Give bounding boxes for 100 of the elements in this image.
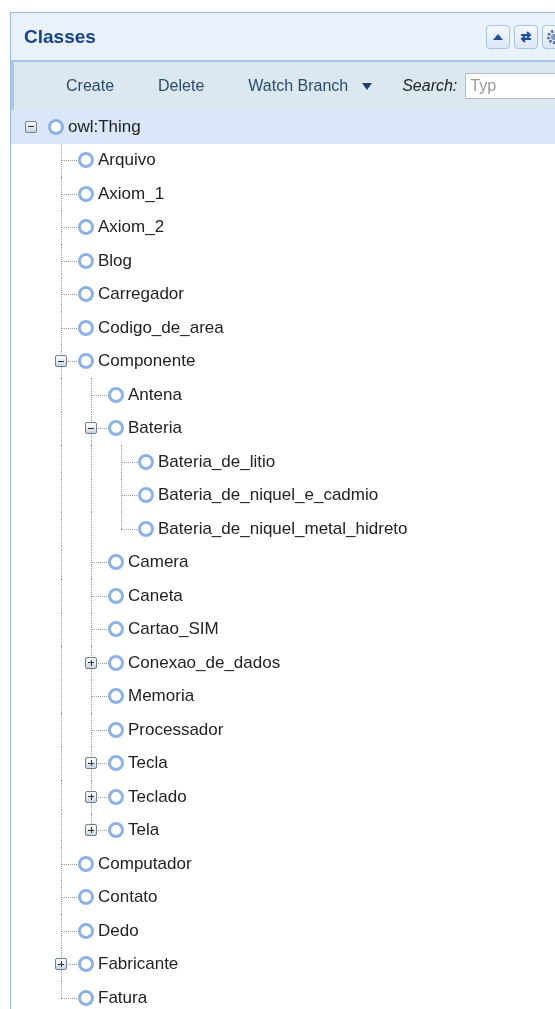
class-label: Fatura [98, 987, 148, 1008]
class-icon [78, 319, 94, 336]
class-icon [108, 420, 124, 437]
expand-toggle[interactable] [85, 656, 97, 669]
class-label: Axiom_2 [98, 217, 165, 238]
tree-row[interactable]: Caneta [11, 579, 555, 613]
class-label: Tecla [128, 753, 168, 774]
tree-row[interactable]: Bateria_de_niquel_metal_hidreto [11, 512, 555, 546]
toolbar-button[interactable]: Create [66, 77, 115, 95]
class-label: Camera [128, 552, 189, 573]
tree-row[interactable]: Bateria_de_niquel_e_cadmio [11, 478, 555, 512]
expand-toggle[interactable] [85, 790, 97, 803]
tree-row[interactable]: Blog [11, 244, 555, 278]
class-icon [108, 721, 124, 738]
swap-arrows-icon [519, 29, 533, 44]
collapse-toggle[interactable] [85, 422, 97, 435]
class-icon [78, 889, 94, 906]
class-label: Carregador [98, 284, 184, 305]
tree-row[interactable]: Tela [11, 813, 555, 847]
class-icon [108, 788, 124, 805]
class-icon [78, 989, 94, 1006]
search-label: Search: [402, 77, 458, 95]
tree-row[interactable]: Arquivo [11, 143, 555, 177]
class-icon [78, 956, 94, 973]
class-icon [108, 755, 124, 772]
tree-row[interactable]: Bateria [11, 411, 555, 445]
expand-toggle[interactable] [55, 958, 67, 971]
class-icon [78, 855, 94, 872]
class-icon [108, 386, 124, 403]
class-icon [78, 252, 94, 269]
class-icon [108, 822, 124, 839]
tree-row[interactable]: Memoria [11, 679, 555, 713]
tree-row[interactable]: Axiom_1 [11, 177, 555, 211]
tree-row[interactable]: Fabricante [11, 947, 555, 981]
tree-row[interactable]: Carregador [11, 277, 555, 311]
class-icon [78, 185, 94, 202]
class-label: owl:Thing [68, 116, 141, 137]
class-icon [48, 118, 64, 135]
collapse-button[interactable] [486, 24, 510, 49]
class-icon [138, 487, 154, 504]
class-label: Conexao_de_dados [128, 652, 281, 673]
class-label: Componente [98, 351, 196, 372]
expand-toggle[interactable] [85, 757, 97, 770]
class-label: Memoria [128, 686, 195, 707]
tree-row[interactable]: Tecla [11, 746, 555, 780]
tree-row[interactable]: Componente [11, 344, 555, 378]
panel-title: Classes [24, 25, 97, 48]
class-label: Cartao_SIM [128, 619, 219, 640]
class-icon [78, 219, 94, 236]
refresh-button[interactable] [514, 24, 538, 49]
class-icon [138, 453, 154, 470]
class-label: Arquivo [98, 150, 156, 171]
search-field[interactable]: Typ [465, 73, 555, 99]
expand-toggle[interactable] [85, 824, 97, 837]
class-icon [108, 654, 124, 671]
class-label: Bateria_de_niquel_metal_hidreto [158, 518, 408, 539]
tree-row[interactable]: Cartao_SIM [11, 612, 555, 646]
class-label: Antena [128, 384, 182, 405]
class-icon [108, 688, 124, 705]
class-icon [78, 152, 94, 169]
tree-row[interactable]: Axiom_2 [11, 210, 555, 244]
class-label: Codigo_de_area [98, 317, 224, 338]
class-label: Contato [98, 887, 158, 908]
collapse-toggle[interactable] [55, 355, 67, 368]
class-icon [138, 520, 154, 537]
tree-row[interactable]: Conexao_de_dados [11, 646, 555, 680]
class-label: Tela [128, 820, 160, 841]
up-arrow-icon [492, 32, 504, 41]
class-label: Axiom_1 [98, 183, 165, 204]
class-label: Processador [128, 719, 224, 740]
class-icon [78, 922, 94, 939]
tree-row[interactable]: Camera [11, 545, 555, 579]
class-label: Blog [98, 250, 133, 271]
tree-row[interactable]: Contato [11, 880, 555, 914]
class-label: Bateria_de_litio [158, 451, 276, 472]
tree-row[interactable]: Processador [11, 713, 555, 747]
collapse-toggle[interactable] [25, 120, 37, 133]
tree-row[interactable]: Computador [11, 847, 555, 881]
class-label: Computador [98, 853, 192, 874]
class-label: Dedo [98, 920, 139, 941]
class-icon [78, 353, 94, 370]
tree-row[interactable]: Fatura [11, 981, 555, 1009]
tree-row[interactable]: Teclado [11, 780, 555, 814]
tree-row[interactable]: Bateria_de_litio [11, 445, 555, 479]
class-icon [108, 587, 124, 604]
class-label: Fabricante [98, 954, 179, 975]
caret-icon [362, 82, 373, 90]
class-label: Teclado [128, 786, 187, 807]
class-icon [78, 286, 94, 303]
class-icon [108, 621, 124, 638]
class-label: Bateria_de_niquel_e_cadmio [158, 485, 379, 506]
tree-row[interactable]: Antena [11, 378, 555, 412]
tree-row[interactable]: Dedo [11, 914, 555, 948]
class-icon [108, 554, 124, 571]
class-label: Bateria [128, 418, 182, 439]
tree-row[interactable]: owl:Thing [11, 110, 555, 144]
toolbar-button[interactable]: Delete [158, 77, 205, 95]
toolbar-button[interactable]: Watch Branch [248, 77, 349, 95]
class-label: Caneta [128, 585, 183, 606]
tree-row[interactable]: Codigo_de_area [11, 311, 555, 345]
